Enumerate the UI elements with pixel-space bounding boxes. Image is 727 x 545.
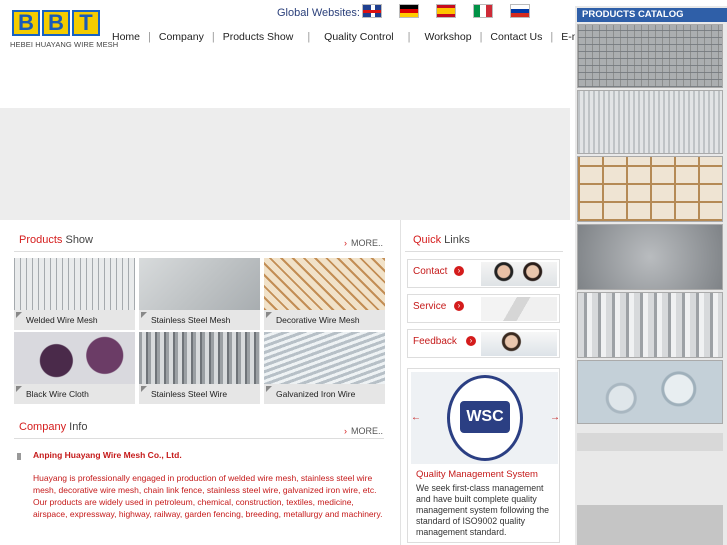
arrow-right-icon: › [466, 336, 476, 346]
product-label: Galvanized Iron Wire [276, 389, 356, 399]
service-image [481, 297, 557, 321]
product-card[interactable]: Galvanized Iron Wire [264, 332, 385, 404]
product-label: Stainless Steel Mesh [151, 315, 231, 325]
germany-flag-icon[interactable] [399, 4, 419, 18]
qms-title: Quality Management System [416, 469, 538, 480]
catalog-image-overlay [577, 24, 723, 88]
main-nav: Home | Company | Products Show | Quality… [104, 26, 591, 48]
product-image [139, 258, 260, 310]
corner-triangle-icon [266, 386, 272, 392]
quick-link-label: Service [413, 301, 447, 312]
product-card[interactable]: Welded Wire Mesh [14, 258, 135, 330]
nav-products-show[interactable]: Products Show [223, 31, 294, 43]
nav-workshop[interactable]: Workshop [424, 31, 471, 43]
product-image [14, 332, 135, 384]
nav-contact-us[interactable]: Contact Us [490, 31, 542, 43]
quick-title-rest: Links [441, 234, 470, 246]
quick-title-highlight: Quick [413, 234, 442, 246]
arrow-left-icon[interactable]: ← [411, 412, 421, 423]
nav-separator: | [307, 31, 311, 43]
corner-triangle-icon [141, 386, 147, 392]
nav-separator: | [407, 31, 411, 43]
product-label: Decorative Wire Mesh [276, 315, 360, 325]
uk-flag-icon[interactable] [362, 4, 382, 18]
corner-triangle-icon [141, 312, 147, 318]
nav-separator: | [211, 31, 215, 43]
catalog-spacer [577, 505, 723, 545]
spain-flag-icon[interactable] [436, 4, 456, 18]
company-info-title: Company Info [19, 421, 87, 433]
arrow-right-icon[interactable]: → [550, 412, 560, 423]
quick-link-contact[interactable]: Contact › [407, 259, 560, 288]
nav-company[interactable]: Company [159, 31, 204, 43]
banner-image [0, 108, 570, 220]
catalog-image-chain-link[interactable] [577, 224, 723, 290]
arrow-right-icon: › [344, 426, 347, 436]
quick-link-label: Feedback [413, 336, 457, 347]
product-label: Stainless Steel Wire [151, 389, 228, 399]
site-logo[interactable]: B B T HEBEI HUAYANG WIRE MESH [10, 8, 118, 49]
arrow-right-icon: › [454, 266, 464, 276]
product-card[interactable]: Stainless Steel Mesh [139, 258, 260, 330]
quick-link-label: Contact [413, 266, 448, 277]
product-label: Welded Wire Mesh [26, 315, 98, 325]
company-more-link[interactable]: › MORE.. [344, 426, 383, 436]
arrow-right-icon: › [454, 301, 464, 311]
catalog-image-steel-wire[interactable] [577, 292, 723, 358]
global-websites-label: Global Websites: [277, 7, 360, 19]
italy-flag-icon[interactable] [473, 4, 493, 18]
product-card[interactable]: Stainless Steel Wire [139, 332, 260, 404]
logo-letters: B B T [10, 8, 104, 38]
corner-triangle-icon [16, 312, 22, 318]
company-title-highlight: Company [19, 421, 67, 433]
product-label: Black Wire Cloth [26, 389, 89, 399]
bullet-icon [17, 453, 21, 460]
catalog-title: PRODUCTS CATALOG [577, 8, 727, 22]
nav-home[interactable]: Home [112, 31, 140, 43]
product-image [264, 332, 385, 384]
quick-links-title: Quick Links [413, 234, 470, 246]
products-more-link[interactable]: › MORE.. [344, 238, 383, 248]
company-title-rest: Info [66, 421, 88, 433]
banner-area [0, 48, 570, 108]
nav-separator: | [550, 31, 554, 43]
product-card[interactable]: Decorative Wire Mesh [264, 258, 385, 330]
more-label: MORE.. [351, 426, 384, 436]
catalog-image-steel-mesh[interactable] [577, 90, 723, 154]
nav-quality-control[interactable]: Quality Control [324, 31, 393, 43]
corner-triangle-icon [16, 386, 22, 392]
product-card[interactable]: Black Wire Cloth [14, 332, 135, 404]
logo-letter: T [72, 10, 100, 36]
company-name: Anping Huayang Wire Mesh Co., Ltd. [33, 450, 182, 460]
quick-link-service[interactable]: Service › [407, 294, 560, 323]
divider [14, 251, 384, 252]
product-image [264, 258, 385, 310]
product-image [14, 258, 135, 310]
catalog-image-iron-wire[interactable] [577, 360, 723, 424]
nav-separator: | [148, 31, 151, 43]
logo-letter: B [42, 10, 70, 36]
products-title-rest: Show [62, 234, 93, 246]
quick-link-feedback[interactable]: Feedback › [407, 329, 560, 358]
divider [405, 251, 563, 252]
divider [14, 438, 384, 439]
wsc-logo-text: WSC [460, 401, 510, 433]
page: B B T HEBEI HUAYANG WIRE MESH Global Web… [0, 0, 727, 545]
nav-separator: | [479, 31, 483, 43]
catalog-spacer [577, 433, 723, 451]
more-label: MORE.. [351, 238, 384, 248]
contact-image [481, 262, 557, 286]
qms-description: We seek first-class management and have … [416, 483, 549, 537]
catalog-image-copper-mesh[interactable] [577, 156, 723, 222]
arrow-right-icon: › [344, 238, 347, 248]
logo-letter: B [12, 10, 40, 36]
russia-flag-icon[interactable] [510, 4, 530, 18]
product-image [139, 332, 260, 384]
feedback-image [481, 332, 557, 356]
products-title-highlight: Products [19, 234, 63, 246]
products-show-title: Products Show [19, 234, 93, 246]
corner-triangle-icon [266, 312, 272, 318]
company-description: Huayang is professionally engaged in pro… [33, 473, 383, 519]
